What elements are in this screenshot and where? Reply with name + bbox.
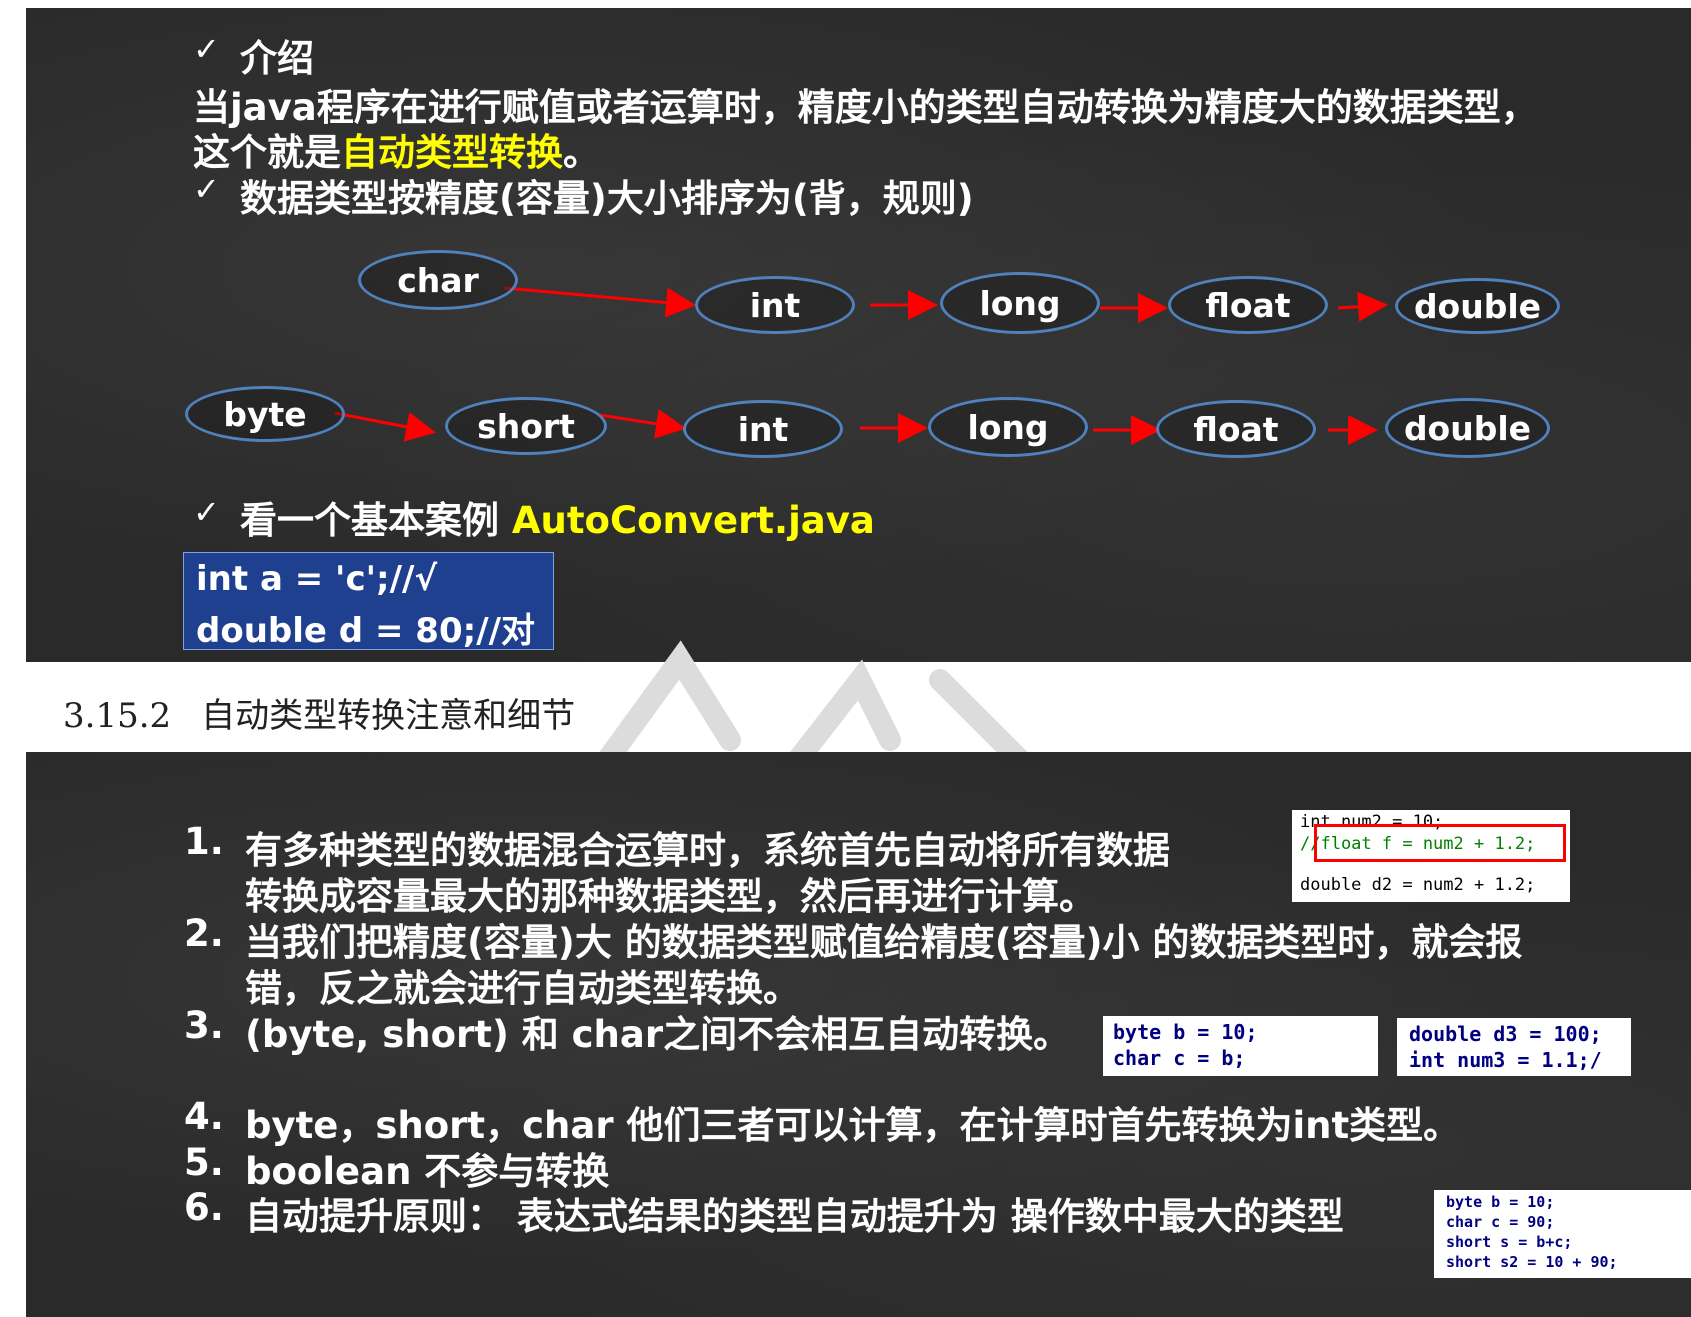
check-icon: ✓ <box>193 493 220 531</box>
rule-6-line-1: 自动提升原则： 表达式结果的类型自动提升为 操作数中最大的类型 <box>245 1195 1344 1238</box>
example-filename: AutoConvert.java <box>511 499 875 542</box>
snippet-2-line-1: byte b = 10; <box>1113 1020 1258 1044</box>
node-long-2: long <box>928 397 1088 457</box>
section-title: 自动类型转换注意和细节 <box>201 696 576 736</box>
snippet-3-line-1: double d3 = 100; <box>1409 1022 1602 1046</box>
node-double-2: double <box>1385 398 1550 458</box>
arrow-byte-short <box>334 411 436 442</box>
snippet-4-line-3: short s = b+c; <box>1446 1233 1573 1251</box>
node-float-2: float <box>1156 400 1316 458</box>
code-snippet-4: byte b = 10; char c = 90; short s = b+c;… <box>1434 1190 1691 1278</box>
node-short: short <box>445 397 607 455</box>
rule-1-number: 1. <box>184 820 224 863</box>
arrow-char-int <box>504 286 696 318</box>
rule-5-number: 5. <box>184 1141 224 1184</box>
node-char: char <box>358 250 518 310</box>
snippet-4-line-1: byte b = 10; <box>1446 1193 1555 1211</box>
rule-3-line-1: (byte, short) 和 char之间不会相互自动转换。 <box>245 1013 1071 1056</box>
node-int-2: int <box>683 400 843 458</box>
snippet-3-line-2: int num3 = 1.1;/ <box>1409 1048 1602 1072</box>
rule-6-number: 6. <box>184 1186 224 1229</box>
error-highlight-box <box>1314 824 1566 862</box>
snippet-4-line-2: char c = 90; <box>1446 1213 1555 1231</box>
rule-3-number: 3. <box>184 1004 224 1047</box>
snippet-2-line-2: char c = b; <box>1113 1046 1246 1070</box>
snippet-1-line-3: double d2 = num2 + 1.2; <box>1300 875 1536 895</box>
code-snippet-3: double d3 = 100; int num3 = 1.1;/ <box>1397 1018 1631 1076</box>
node-float: float <box>1168 276 1328 334</box>
snippet-4-line-4: short s2 = 10 + 90; <box>1446 1253 1618 1271</box>
node-long: long <box>940 272 1100 334</box>
section-heading: 3.15.2 自动类型转换注意和细节 <box>63 688 575 737</box>
rule-4-number: 4. <box>184 1095 224 1138</box>
example-line: 看一个基本案例 AutoConvert.java <box>240 499 875 542</box>
code-snippet-1: int num2 = 10; //float f = num2 + 1.2; d… <box>1292 810 1570 902</box>
node-int: int <box>695 276 855 334</box>
arrow-short-int <box>599 409 686 439</box>
node-double: double <box>1395 278 1560 334</box>
code-snippet-2: byte b = 10; char c = b; <box>1103 1016 1378 1076</box>
rule-2-number: 2. <box>184 912 224 955</box>
arrow-float-double <box>1337 291 1388 322</box>
code-line-1: int a = 'c';//√ <box>196 559 438 599</box>
section-number: 3.15.2 <box>63 696 172 736</box>
code-example-box: int a = 'c';//√ double d = 80;//对 <box>183 552 554 651</box>
code-line-2: double d = 80;//对 <box>196 611 536 651</box>
node-byte: byte <box>185 386 345 442</box>
